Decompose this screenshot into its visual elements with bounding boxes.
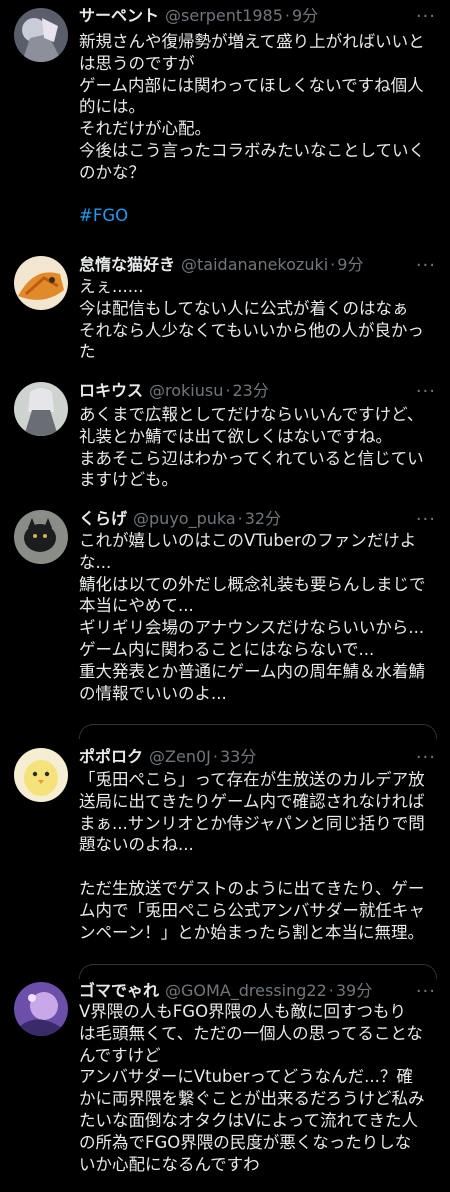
text-line: 重大発表とか普通にゲーム内の周年鯖＆水着鯖 <box>79 661 426 681</box>
text-line: アンバサダーにVtuberってどうなんだ...？確 <box>79 1067 413 1087</box>
text-line: のかな？ <box>79 162 145 182</box>
text-line: 今後はこう言ったコラボみたいなことしていく <box>79 140 426 160</box>
text-line: は毛頭無くて、ただの一個人の思ってることな <box>79 1023 423 1043</box>
handle[interactable]: @serpent1985 <box>165 6 283 25</box>
handle[interactable]: @taidananekozuki <box>181 255 328 274</box>
display-name[interactable]: くらげ <box>79 509 127 528</box>
timestamp[interactable]: 33分 <box>220 747 256 766</box>
tweet-text: 新規さんや復帰勢が増えて盛り上がればいいと は思うのですが ゲーム内部には関わっ… <box>79 31 439 227</box>
separator: · <box>237 509 243 528</box>
tweet-header: くらげ @puyo_puka · 32分 <box>79 507 281 531</box>
quoted-tweet-card[interactable] <box>79 724 437 739</box>
tweet-text: V界隈の人もFGO界隈の人も敵に回すつもり は毛頭無くて、ただの一個人の思ってる… <box>79 1001 439 1175</box>
handle[interactable]: @rokiusu <box>149 381 223 400</box>
handle[interactable]: @puyo_puka <box>133 509 236 528</box>
text-line: 今は配信もしてない人に公式が着くのはなぁ <box>79 298 409 318</box>
text-line: た <box>79 342 96 362</box>
separator: · <box>212 747 218 766</box>
text-line: たいな面倒なオタクはVによって流れてきた人 <box>79 1110 418 1130</box>
text-line: まぁ...サンリオとか侍ジャパンと同じ括りで問 <box>79 813 425 833</box>
display-name[interactable]: サーペント <box>79 6 159 25</box>
text-line: んですけど <box>79 1045 161 1065</box>
text-line: かに両界隈を繋ぐことが出来るだろうけど私み <box>79 1089 425 1109</box>
text-line: いか心配になるんですわ <box>79 1154 260 1174</box>
display-name[interactable]: 怠惰な猫好き <box>79 255 175 274</box>
text-line: ゲーム内部には関わってほしくないですね個人 <box>79 75 424 95</box>
tweet-header: サーペント @serpent1985 · 9分 <box>79 4 318 28</box>
more-horizontal-icon[interactable]: ··· <box>416 508 436 532</box>
text-line: ギリギリ会場のアナウンスだけならいいから... <box>79 618 425 638</box>
timestamp[interactable]: 39分 <box>336 981 372 1000</box>
separator: · <box>225 381 231 400</box>
more-horizontal-icon[interactable]: ··· <box>416 5 436 29</box>
timestamp[interactable]: 9分 <box>292 6 318 25</box>
more-horizontal-icon[interactable]: ··· <box>416 254 436 278</box>
quoted-tweet-card[interactable] <box>79 964 437 979</box>
text-line: それだけが心配。 <box>79 119 211 139</box>
avatar[interactable] <box>14 256 68 310</box>
avatar[interactable] <box>14 748 68 802</box>
more-horizontal-icon[interactable]: ··· <box>416 746 436 770</box>
text-line: は思うのですが <box>79 53 195 73</box>
text-line: 送局に出てきたりゲーム内で確認されなければ <box>79 791 425 811</box>
tweet-text: えぇ...... 今は配信もしてない人に公式が着くのはなぁ それなら人少なくても… <box>79 276 439 363</box>
text-line: 新規さんや復帰勢が増えて盛り上がればいいと <box>79 32 425 51</box>
timestamp[interactable]: 9分 <box>337 255 363 274</box>
timestamp[interactable]: 32分 <box>245 509 281 528</box>
text-line: 本当にやめて... <box>79 596 194 616</box>
timestamp[interactable]: 23分 <box>232 381 268 400</box>
separator: · <box>330 255 336 274</box>
text-line: の所為でFGO界隈の民度が悪くなったりしな <box>79 1132 412 1152</box>
tweet-text: これが嬉しいのはこのVTuberのファンだけよ な... 鯖化は以ての外だし概念… <box>79 530 439 704</box>
text-line: な... <box>79 552 112 572</box>
text-line: 題ないのよね... <box>79 835 194 855</box>
tweet-header: ゴマでゃれ @GOMA_dressing22 · 39分 <box>79 979 372 1003</box>
tweet-header: 怠惰な猫好き @taidananekozuki · 9分 <box>79 253 363 277</box>
text-line: ンペーン！」とか始まったら割と本当に無理。 <box>79 922 425 942</box>
avatar[interactable] <box>14 510 68 564</box>
text-line: えぇ...... <box>79 277 144 296</box>
display-name[interactable]: ゴマでゃれ <box>79 981 159 1000</box>
text-line: ただ生放送でゲストのように出てきたり、ゲー <box>79 878 425 898</box>
text-line: それなら人少なくてもいいから他の人が良かっ <box>79 320 424 340</box>
more-horizontal-icon[interactable]: ··· <box>416 380 436 404</box>
separator: · <box>328 981 334 1000</box>
text-line: ム内で「兎田ぺこら公式アンバサダー就任キャ <box>79 900 425 920</box>
display-name[interactable]: ポポロク <box>79 747 143 766</box>
text-line: ますけども。 <box>79 470 178 490</box>
text-line: 的には。 <box>79 97 145 117</box>
text-line: の情報でいいのよ... <box>79 683 227 703</box>
tweet-text: あくまで広報としてだけならいいんですけど、 礼装とか鯖では出て欲しくはないですね… <box>79 404 439 491</box>
text-line: ゲーム内に関わることにはならないで... <box>79 639 375 659</box>
tweet-header: ポポロク @Zen0J · 33分 <box>79 745 256 769</box>
text-line: 鯖化は以ての外だし概念礼装も要らんしまじで <box>79 574 426 594</box>
text-line: 礼装とか鯖では出て欲しくはないですね。 <box>79 426 393 446</box>
separator: · <box>284 6 290 25</box>
tweet-header: ロキウス @rokiusu · 23分 <box>79 379 269 403</box>
avatar[interactable] <box>14 382 68 436</box>
handle[interactable]: @Zen0J <box>149 747 211 766</box>
text-line: 「兎田ぺこら」って存在が生放送のカルデア放 <box>79 770 425 789</box>
hashtag-link[interactable]: #FGO <box>79 205 439 227</box>
text-line: まあそこら辺はわかってくれていると信じてい <box>79 448 424 468</box>
text-line: V界隈の人もFGO界隈の人も敵に回すつもり <box>79 1002 407 1021</box>
text-line: あくまで広報としてだけならいいんですけど、 <box>79 405 424 424</box>
display-name[interactable]: ロキウス <box>79 381 143 400</box>
avatar[interactable] <box>14 982 68 1036</box>
text-line: これが嬉しいのはこのVTuberのファンだけよ <box>79 531 417 550</box>
avatar[interactable] <box>14 8 68 62</box>
tweet-text: 「兎田ぺこら」って存在が生放送のカルデア放 送局に出てきたりゲーム内で確認されな… <box>79 769 439 943</box>
handle[interactable]: @GOMA_dressing22 <box>165 981 327 1000</box>
